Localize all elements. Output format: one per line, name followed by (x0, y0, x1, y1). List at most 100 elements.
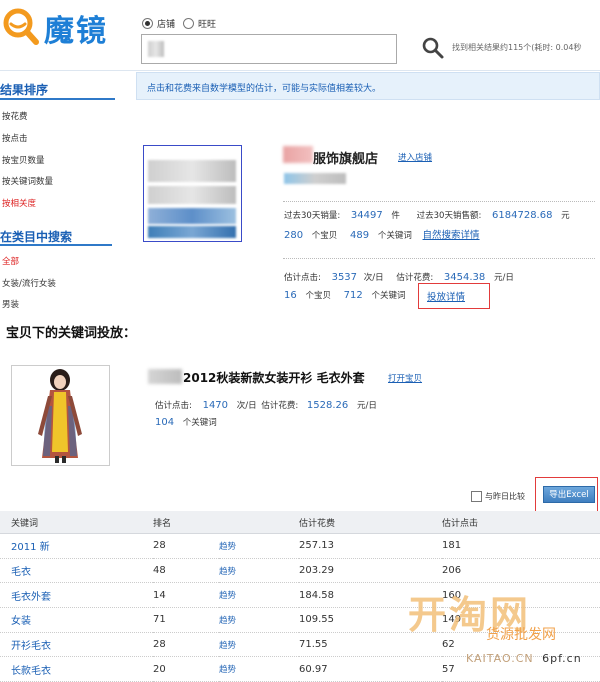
ad-keywords-label: 个关键词 (371, 291, 406, 301)
shop-thumb-blur-1 (148, 160, 236, 182)
est-clicks-unit: 次/日 (363, 273, 384, 283)
product-title: 2012秋装新款女装开衫 毛衣外套 (183, 371, 365, 385)
table-header-row: 关键词 排名 估计花费 估计点击 (0, 511, 600, 534)
export-excel-button[interactable]: 导出Excel (543, 486, 595, 503)
search-type-radios: 店铺 旺旺 (142, 17, 216, 30)
product-est-cost-label: 估计花费: (261, 401, 299, 411)
product-keywords-line: 104 个关键词 (155, 416, 217, 428)
ad-items-label: 个宝贝 (305, 291, 331, 301)
est-cost-label: 估计花费: (396, 273, 434, 283)
rank-cell: 28 (153, 533, 219, 559)
shop-divider-1 (283, 201, 595, 202)
radio-wangwang-label: 旺旺 (198, 20, 217, 30)
category-item-all[interactable]: 全部 (2, 255, 19, 267)
product-stats-line: 估计点击: 1470 次/日 估计花费: 1528.26 元/日 (155, 399, 377, 411)
trend-link[interactable]: 趋势 (219, 582, 299, 609)
header-divider (0, 70, 600, 71)
col-keyword-header[interactable]: 关键词 (0, 511, 153, 534)
rank-cell: 20 (153, 656, 219, 682)
sort-item-cost[interactable]: 按花费 (2, 110, 28, 122)
product-keywords-label: 个关键词 (182, 418, 217, 428)
sort-item-keyword-count[interactable]: 按关键词数量 (2, 175, 53, 187)
rank-cell: 48 (153, 558, 219, 584)
shop-thumb-blur-4 (148, 226, 236, 238)
est-cost-unit: 元/日 (493, 273, 514, 283)
keyword-cell[interactable]: 女装 (0, 607, 153, 633)
notice-banner: 点击和花费来自数学模型的估计，可能与实际值相差较大。 (136, 72, 600, 100)
shop-divider-2 (283, 258, 595, 259)
category-item-mens[interactable]: 男装 (2, 298, 19, 310)
sales-30d-unit: 件 (391, 211, 400, 221)
keyword-cell[interactable]: 毛衣外套 (0, 582, 153, 609)
shop-meta-redaction (284, 173, 346, 184)
amount-30d-value: 6184728.68 (492, 210, 553, 221)
shop-thumbnail[interactable] (143, 145, 242, 242)
shop-ad-count-line: 16 个宝贝 712 个关键词 (284, 289, 405, 301)
radio-shop[interactable] (142, 18, 153, 29)
rank-cell: 71 (153, 607, 219, 633)
product-est-clicks-value: 1470 (202, 400, 229, 411)
category-section-rule (0, 244, 112, 246)
keyword-cell[interactable]: 长款毛衣 (0, 656, 153, 682)
shop-thumb-blur-3 (148, 208, 236, 224)
search-input[interactable] (141, 34, 397, 64)
enter-shop-link[interactable]: 进入店铺 (398, 151, 432, 163)
sales-30d-label: 过去30天销量: (284, 211, 341, 221)
trend-link[interactable]: 趋势 (219, 607, 299, 633)
items-label: 个宝贝 (311, 231, 338, 241)
sort-section-rule (0, 98, 115, 100)
shop-count-line: 280 个宝贝 489 个关键词 自然搜索详情 (284, 227, 480, 241)
trend-link[interactable]: 趋势 (219, 632, 299, 658)
logo-magnifier-icon (3, 8, 39, 45)
col-clicks-header[interactable]: 估计点击 (442, 511, 600, 534)
watermark-url-main: KAITAO.CN (466, 652, 534, 665)
result-count: 找到相关结果约115个(耗时: 0.04秒 (452, 43, 582, 52)
cost-cell: 60.97 (299, 656, 442, 682)
product-thumbnail[interactable] (11, 365, 110, 466)
compare-checkbox[interactable] (471, 491, 482, 502)
shop-name-redaction (283, 146, 313, 163)
radio-shop-label: 店铺 (157, 20, 176, 30)
keyword-cell[interactable]: 2011 新 (0, 533, 153, 559)
watermark-url-extra: 6pf.cn (542, 652, 582, 665)
col-rank-header[interactable]: 排名 (153, 511, 219, 534)
keywords-label: 个关键词 (377, 231, 412, 241)
section-title: 宝贝下的关键词投放： (6, 326, 137, 341)
trend-link[interactable]: 趋势 (219, 656, 299, 682)
est-clicks-label: 估计点击: (284, 273, 321, 283)
sort-item-clicks[interactable]: 按点击 (2, 132, 28, 144)
radio-wangwang[interactable] (183, 18, 195, 29)
compare-label: 与昨日比较 (485, 492, 525, 501)
natural-search-link[interactable]: 自然搜索详情 (423, 230, 480, 241)
search-icon[interactable] (421, 36, 445, 60)
sort-item-relevance[interactable]: 按相关度 (2, 197, 36, 209)
ad-detail-link[interactable]: 投放详情 (427, 289, 465, 303)
product-est-cost-value: 1528.26 (306, 400, 349, 411)
watermark-url: KAITAO.CN 6pf.cn (466, 652, 582, 665)
open-item-link[interactable]: 打开宝贝 (388, 372, 422, 384)
clicks-cell: 181 (442, 533, 600, 559)
rank-cell: 14 (153, 582, 219, 609)
cost-cell: 203.29 (299, 558, 442, 584)
redacted-query (148, 41, 164, 57)
product-est-clicks-label: 估计点击: (155, 401, 192, 411)
ad-items-count: 16 (284, 290, 297, 301)
sort-section-title: 结果排序 (0, 83, 49, 97)
ad-keywords-count: 712 (343, 290, 363, 301)
trend-link[interactable]: 趋势 (219, 558, 299, 584)
notice-text: 点击和花费来自数学模型的估计，可能与实际值相差较大。 (147, 84, 382, 94)
est-clicks-value: 3537 (331, 272, 358, 283)
trend-link[interactable]: 趋势 (219, 533, 299, 559)
shop-name: 服饰旗舰店 (313, 152, 379, 167)
shop-sales-line: 过去30天销量: 34497 件 过去30天销售额: 6184728.68 元 (284, 209, 570, 221)
compare-toggle[interactable]: 与昨日比较 (471, 491, 525, 502)
keyword-cell[interactable]: 开衫毛衣 (0, 632, 153, 658)
watermark-subtitle: 货源批发网 (486, 627, 556, 643)
col-cost-header[interactable]: 估计花费 (299, 511, 442, 534)
cost-cell: 257.13 (299, 533, 442, 559)
logo-text[interactable]: 魔镜 (44, 6, 108, 50)
sort-item-item-count[interactable]: 按宝贝数量 (2, 154, 45, 166)
category-section-title: 在类目中搜索 (0, 230, 73, 244)
category-item-womens[interactable]: 女装/流行女装 (2, 277, 56, 289)
keyword-cell[interactable]: 毛衣 (0, 558, 153, 584)
